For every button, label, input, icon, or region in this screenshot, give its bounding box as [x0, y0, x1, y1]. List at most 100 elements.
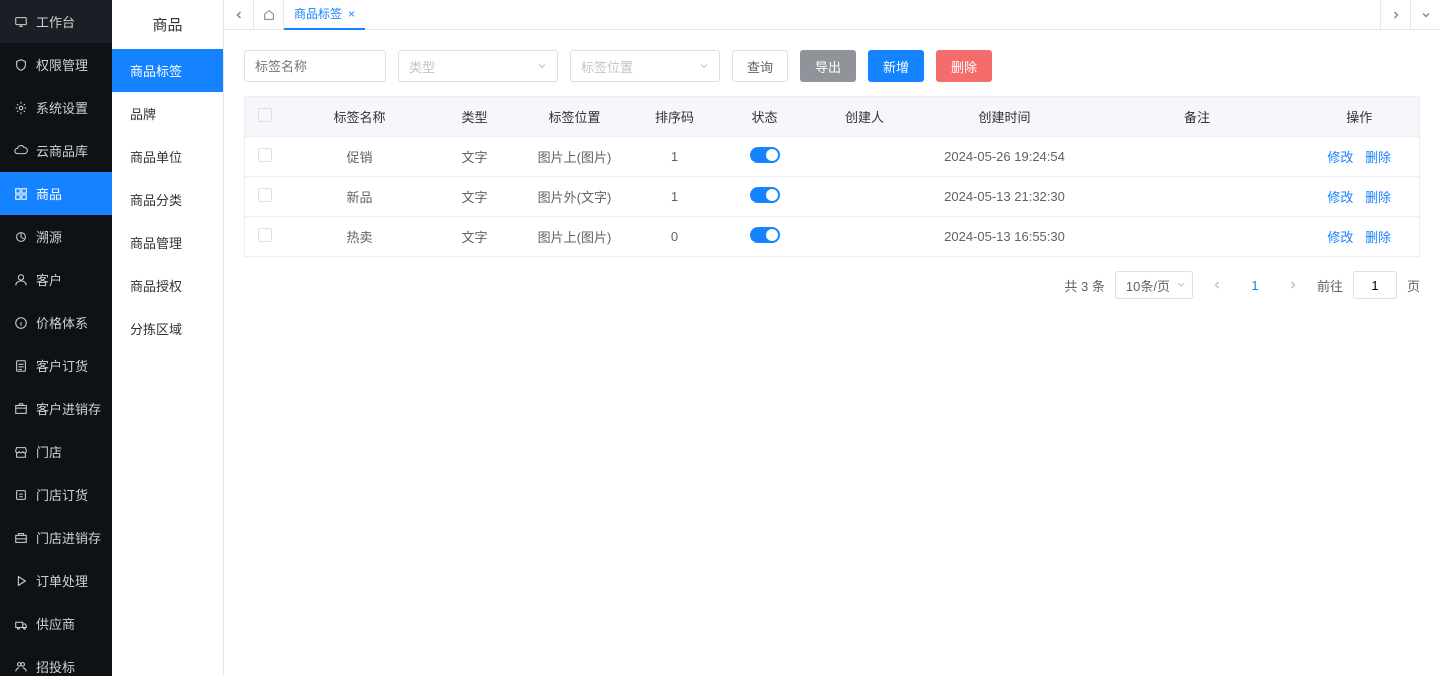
- status-switch[interactable]: [750, 147, 780, 163]
- row-checkbox[interactable]: [258, 188, 272, 202]
- add-button[interactable]: 新增: [868, 50, 924, 82]
- tab-menu[interactable]: [1410, 0, 1440, 30]
- sidebar2-item-unit[interactable]: 商品单位: [112, 135, 223, 178]
- col-header-sort: 排序码: [635, 97, 715, 137]
- delete-button[interactable]: 删除: [936, 50, 992, 82]
- goto-label: 前往: [1317, 276, 1343, 295]
- cell-name: 热卖: [285, 217, 435, 257]
- col-header-status: 状态: [715, 97, 815, 137]
- sidebar-item-products[interactable]: 商品: [0, 172, 112, 215]
- select-placeholder: 类型: [409, 57, 435, 76]
- sidebar-item-label: 工作台: [36, 12, 75, 31]
- sidebar-item-label: 客户订货: [36, 356, 88, 375]
- sidebar-item-customer[interactable]: 客户: [0, 258, 112, 301]
- order-icon: [14, 359, 28, 373]
- cloud-icon: [14, 144, 28, 158]
- tab-home[interactable]: [254, 0, 284, 30]
- page-number[interactable]: 1: [1241, 271, 1269, 299]
- sidebar-item-order-processing[interactable]: 订单处理: [0, 559, 112, 602]
- info-icon: [14, 316, 28, 330]
- edit-link[interactable]: 修改: [1327, 230, 1353, 245]
- tab-product-tags[interactable]: 商品标签 ×: [284, 0, 365, 30]
- col-header-creator: 创建人: [815, 97, 915, 137]
- tab-nav-next[interactable]: [1380, 0, 1410, 30]
- monitor-icon: [14, 15, 28, 29]
- type-select[interactable]: 类型: [398, 50, 558, 82]
- sidebar-item-store-order[interactable]: 门店订货: [0, 473, 112, 516]
- chevron-down-icon: [537, 59, 547, 74]
- sidebar2-item-sorting[interactable]: 分拣区域: [112, 307, 223, 350]
- sidebar-item-label: 权限管理: [36, 55, 88, 74]
- sidebar-item-label: 商品: [36, 184, 62, 203]
- sidebar2-item-tags[interactable]: 商品标签: [112, 49, 223, 92]
- cell-position: 图片外(文字): [515, 177, 635, 217]
- status-switch[interactable]: [750, 187, 780, 203]
- col-header-type: 类型: [435, 97, 515, 137]
- sidebar-item-permission[interactable]: 权限管理: [0, 43, 112, 86]
- position-select[interactable]: 标签位置: [570, 50, 720, 82]
- page-size-label: 10条/页: [1126, 276, 1170, 295]
- gear-icon: [14, 101, 28, 115]
- sidebar-item-pricing[interactable]: 价格体系: [0, 301, 112, 344]
- row-checkbox[interactable]: [258, 148, 272, 162]
- cell-type: 文字: [435, 177, 515, 217]
- page-suffix: 页: [1407, 276, 1420, 295]
- sidebar-item-customer-inventory[interactable]: 客户进销存: [0, 387, 112, 430]
- sidebar-item-store-inventory[interactable]: 门店进销存: [0, 516, 112, 559]
- cell-remark: [1095, 177, 1300, 217]
- page-next[interactable]: [1279, 271, 1307, 299]
- sidebar-item-settings[interactable]: 系统设置: [0, 86, 112, 129]
- export-button[interactable]: 导出: [800, 50, 856, 82]
- delete-link[interactable]: 删除: [1365, 190, 1391, 205]
- bid-icon: [14, 660, 28, 674]
- sidebar2-item-category[interactable]: 商品分类: [112, 178, 223, 221]
- col-header-position: 标签位置: [515, 97, 635, 137]
- tab-nav-prev[interactable]: [224, 0, 254, 30]
- cell-creator: [815, 217, 915, 257]
- sidebar-item-trace[interactable]: 溯源: [0, 215, 112, 258]
- cell-name: 促销: [285, 137, 435, 177]
- cell-position: 图片上(图片): [515, 137, 635, 177]
- sidebar-item-cloud-products[interactable]: 云商品库: [0, 129, 112, 172]
- delete-link[interactable]: 删除: [1365, 150, 1391, 165]
- tag-name-input[interactable]: [244, 50, 386, 82]
- secondary-sidebar: 商品 商品标签 品牌 商品单位 商品分类 商品管理 商品授权 分拣区域: [112, 0, 224, 676]
- sidebar2-item-auth[interactable]: 商品授权: [112, 264, 223, 307]
- sidebar2-item-management[interactable]: 商品管理: [112, 221, 223, 264]
- trace-icon: [14, 230, 28, 244]
- page-prev[interactable]: [1203, 271, 1231, 299]
- page-size-select[interactable]: 10条/页: [1115, 271, 1193, 299]
- user-icon: [14, 273, 28, 287]
- select-all-checkbox[interactable]: [258, 108, 272, 122]
- store-icon: [14, 445, 28, 459]
- delete-link[interactable]: 删除: [1365, 230, 1391, 245]
- close-icon[interactable]: ×: [348, 7, 355, 21]
- sidebar-item-workbench[interactable]: 工作台: [0, 0, 112, 43]
- sidebar-item-store[interactable]: 门店: [0, 430, 112, 473]
- goto-input[interactable]: [1353, 271, 1397, 299]
- sidebar2-item-brand[interactable]: 品牌: [112, 92, 223, 135]
- col-header-time: 创建时间: [915, 97, 1095, 137]
- sidebar-item-label: 门店进销存: [36, 528, 101, 547]
- main-content: 商品标签 × 类型 标签位置 查询: [224, 0, 1440, 676]
- cell-time: 2024-05-13 16:55:30: [915, 217, 1095, 257]
- sidebar-item-label: 供应商: [36, 614, 75, 633]
- sidebar-item-supplier[interactable]: 供应商: [0, 602, 112, 645]
- col-header-action: 操作: [1300, 97, 1420, 137]
- cell-type: 文字: [435, 137, 515, 177]
- cell-creator: [815, 177, 915, 217]
- sidebar-item-bidding[interactable]: 招投标: [0, 645, 112, 676]
- sidebar-item-customer-order[interactable]: 客户订货: [0, 344, 112, 387]
- edit-link[interactable]: 修改: [1327, 190, 1353, 205]
- status-switch[interactable]: [750, 227, 780, 243]
- cell-time: 2024-05-13 21:32:30: [915, 177, 1095, 217]
- chevron-down-icon: [699, 59, 709, 74]
- row-checkbox[interactable]: [258, 228, 272, 242]
- chevron-down-icon: [1176, 278, 1186, 293]
- cell-creator: [815, 137, 915, 177]
- edit-link[interactable]: 修改: [1327, 150, 1353, 165]
- search-button[interactable]: 查询: [732, 50, 788, 82]
- cell-remark: [1095, 217, 1300, 257]
- sidebar-item-label: 招投标: [36, 657, 75, 676]
- sidebar-item-label: 门店订货: [36, 485, 88, 504]
